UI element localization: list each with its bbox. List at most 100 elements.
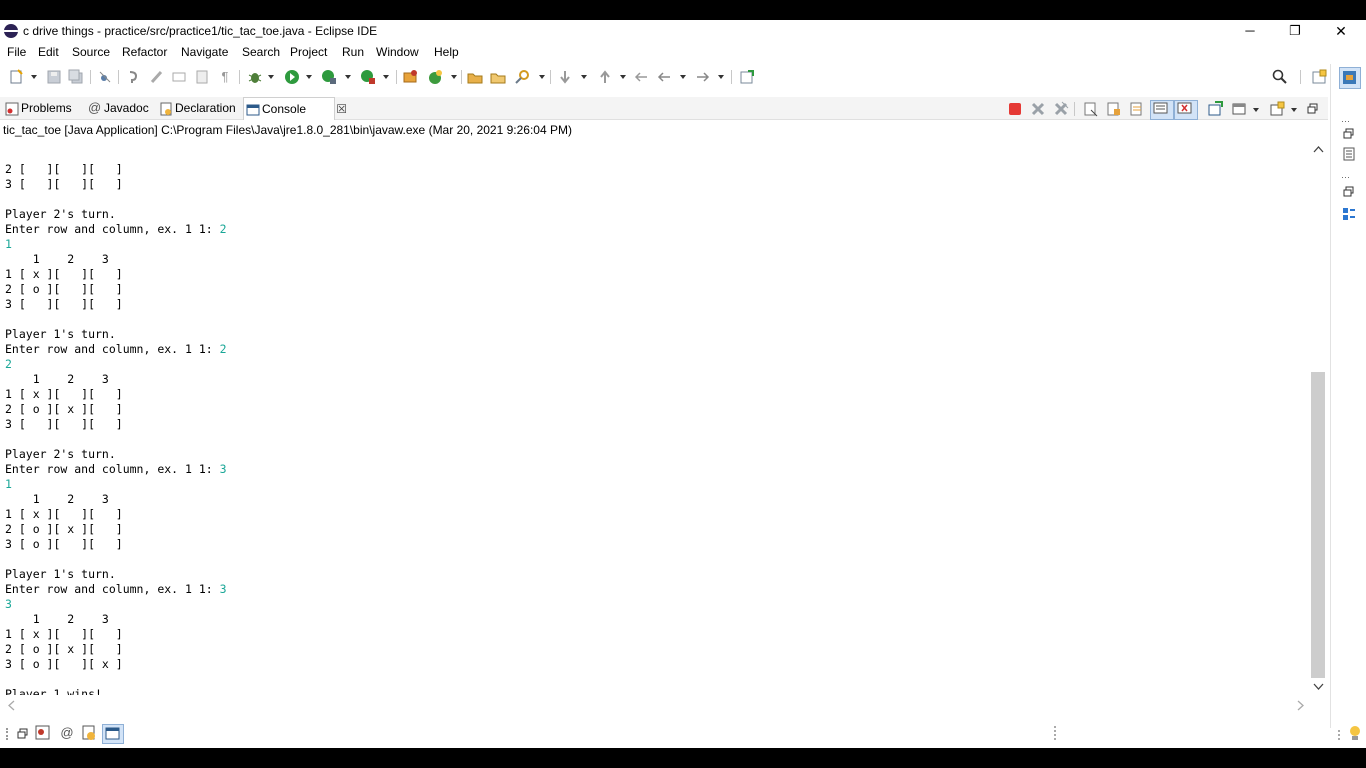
console-output-text: 1 2 3 xyxy=(5,252,109,266)
menu-search[interactable]: Search xyxy=(242,45,280,59)
console-line: 3 [ ][ ][ ] xyxy=(5,297,123,312)
search-dropdown-icon[interactable] xyxy=(539,75,545,79)
menu-edit[interactable]: Edit xyxy=(38,45,59,59)
scroll-lock-icon[interactable] xyxy=(1106,101,1122,117)
console-output[interactable]: 2 [ ][ ][ ] 3 [ ][ ][ ] Player 2's turn. En… xyxy=(0,140,1309,695)
new-java-package-icon[interactable] xyxy=(402,69,418,85)
console-output-text: 1 [ x ][ ][ ] xyxy=(5,267,123,281)
new-java-class-icon[interactable] xyxy=(427,69,443,85)
tip-icon[interactable] xyxy=(1345,724,1365,742)
restore-icon-2[interactable] xyxy=(1341,184,1357,200)
coverage-dropdown-icon[interactable] xyxy=(345,75,351,79)
tab-declaration[interactable]: Declaration xyxy=(157,97,236,119)
clear-console-icon[interactable] xyxy=(1083,101,1099,117)
tab-console[interactable]: Console ☒ xyxy=(243,97,347,120)
pin-editor-icon[interactable] xyxy=(739,69,755,85)
prev-annotation-icon[interactable] xyxy=(597,69,613,85)
prev-annotation-dropdown-icon[interactable] xyxy=(620,75,626,79)
quick-access-search-icon[interactable] xyxy=(1272,69,1288,85)
console-icon[interactable] xyxy=(102,724,124,744)
tab-problems[interactable]: Problems xyxy=(3,97,72,119)
minimize-button[interactable]: ─ xyxy=(1227,20,1273,42)
menu-project[interactable]: Project xyxy=(290,45,327,59)
tab-javadoc[interactable]: @ Javadoc xyxy=(86,97,149,119)
toggle-block-icon[interactable] xyxy=(171,69,187,85)
new-class-dropdown-icon[interactable] xyxy=(451,75,457,79)
remove-all-terminated-icon[interactable] xyxy=(1053,101,1069,117)
external-tools-icon[interactable] xyxy=(360,69,376,85)
toggle-mark-icon[interactable] xyxy=(126,69,142,85)
minimize-view-icon[interactable] xyxy=(1305,101,1321,117)
back-icon[interactable] xyxy=(656,69,672,85)
pin-console-icon[interactable] xyxy=(1207,101,1223,117)
open-type-icon[interactable] xyxy=(467,69,483,85)
new-icon[interactable] xyxy=(8,69,24,85)
console-output-text: Player 1's turn. xyxy=(5,327,116,341)
console-user-input: 2 xyxy=(219,342,227,356)
terminate-icon[interactable] xyxy=(1007,101,1023,117)
open-console-dropdown-icon[interactable] xyxy=(1291,108,1297,112)
external-tools-dropdown-icon[interactable] xyxy=(383,75,389,79)
last-edit-icon[interactable] xyxy=(633,69,649,85)
open-perspective-icon[interactable] xyxy=(1311,69,1327,85)
console-user-input: 3 xyxy=(5,597,12,611)
search-icon[interactable] xyxy=(514,69,530,85)
display-console-dropdown-icon[interactable] xyxy=(1253,108,1259,112)
debug-dropdown-icon[interactable] xyxy=(268,75,274,79)
menu-refactor[interactable]: Refactor xyxy=(122,45,167,59)
declaration-icon[interactable] xyxy=(79,724,99,742)
restore-icon[interactable] xyxy=(1341,126,1357,142)
console-vertical-scroll-thumb[interactable] xyxy=(1311,372,1325,678)
next-annotation-icon[interactable] xyxy=(557,69,573,85)
whitespace-icon[interactable]: ¶ xyxy=(217,69,233,85)
outline-icon[interactable] xyxy=(1341,206,1357,222)
console-output-text: 1 [ x ][ ][ ] xyxy=(5,387,123,401)
menu-navigate[interactable]: Navigate xyxy=(181,45,228,59)
toggle-highlight-icon[interactable] xyxy=(149,69,165,85)
back-dropdown-icon[interactable] xyxy=(680,75,686,79)
run-dropdown-icon[interactable] xyxy=(306,75,312,79)
save-all-icon[interactable] xyxy=(68,69,84,85)
debug-icon[interactable] xyxy=(247,69,263,85)
menu-source[interactable]: Source xyxy=(72,45,110,59)
console-line: 3 [ ][ ][ ] xyxy=(5,177,123,192)
open-console-icon[interactable] xyxy=(1269,101,1285,117)
new-dropdown-icon[interactable] xyxy=(31,75,37,79)
menu-window[interactable]: Window xyxy=(376,45,419,59)
restore-icon[interactable] xyxy=(12,724,32,742)
toolbar-separator xyxy=(118,70,119,84)
console-output-text: 2 [ o ][ x ][ ] xyxy=(5,402,123,416)
skip-breakpoints-icon[interactable] xyxy=(97,69,113,85)
run-icon[interactable] xyxy=(284,69,300,85)
show-console-stderr-icon[interactable] xyxy=(1174,100,1198,120)
view-icon[interactable] xyxy=(33,724,53,742)
task-list-icon[interactable] xyxy=(1341,146,1357,162)
forward-dropdown-icon[interactable] xyxy=(718,75,724,79)
close-button[interactable]: ✕ xyxy=(1318,20,1364,42)
console-output-text: Player 2's turn. xyxy=(5,447,116,461)
display-selected-console-icon[interactable] xyxy=(1231,101,1247,117)
javadoc-icon[interactable]: @ xyxy=(57,724,77,742)
console-line: 1 [ x ][ ][ ] xyxy=(5,267,123,282)
save-icon[interactable] xyxy=(46,69,62,85)
console-output-text: 1 [ x ][ ][ ] xyxy=(5,507,123,521)
remove-launch-icon[interactable] xyxy=(1030,101,1046,117)
menu-run[interactable]: Run xyxy=(342,45,364,59)
console-line: 1 [ x ][ ][ ] xyxy=(5,387,123,402)
console-output-text: 3 [ ][ ][ ] xyxy=(5,417,123,431)
close-tab-icon[interactable]: ☒ xyxy=(336,98,347,120)
coverage-icon[interactable] xyxy=(321,69,337,85)
word-wrap-console-icon[interactable] xyxy=(1129,101,1145,117)
menu-help[interactable]: Help xyxy=(434,45,459,59)
word-wrap-icon[interactable] xyxy=(194,69,210,85)
next-annotation-dropdown-icon[interactable] xyxy=(581,75,587,79)
show-console-stdout-icon[interactable] xyxy=(1150,100,1174,120)
open-task-icon[interactable] xyxy=(490,69,506,85)
console-horizontal-scrollbar[interactable] xyxy=(0,697,1309,714)
javadoc-icon: @ xyxy=(88,100,102,115)
java-perspective-icon[interactable] xyxy=(1339,67,1361,89)
restore-button[interactable]: ❐ xyxy=(1272,20,1318,42)
forward-icon[interactable] xyxy=(695,69,711,85)
menu-file[interactable]: File xyxy=(7,45,26,59)
console-line: 3 [ o ][ ][ ] xyxy=(5,537,123,552)
